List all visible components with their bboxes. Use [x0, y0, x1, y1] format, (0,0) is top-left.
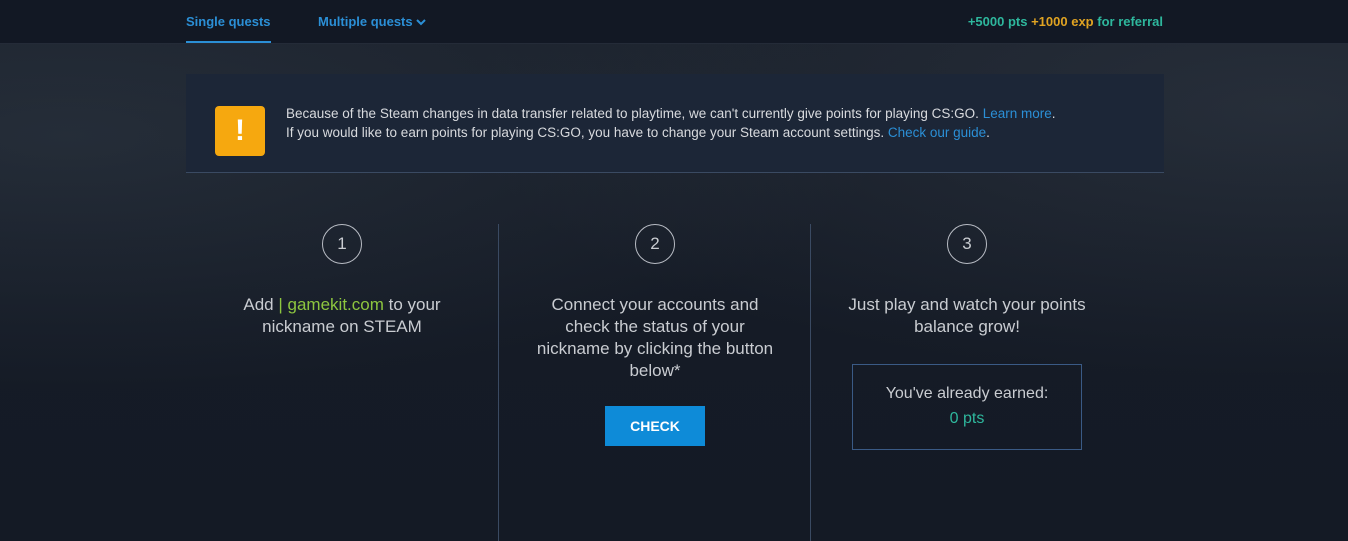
notice-period: . [986, 125, 990, 140]
step-number: 1 [322, 224, 362, 264]
tab-single-quests[interactable]: Single quests [186, 0, 271, 43]
top-nav: Single quests Multiple quests +5000 pts … [0, 0, 1348, 44]
step-text-prefix: Add [243, 295, 279, 314]
referral-bonus[interactable]: +5000 pts +1000 exp for referral [968, 0, 1163, 44]
gamekit-tag: | gamekit.com [278, 295, 384, 314]
notice-line1: Because of the Steam changes in data tra… [286, 106, 979, 121]
step-text: Connect your accounts and check the stat… [536, 295, 774, 380]
learn-more-link[interactable]: Learn more [983, 106, 1052, 121]
check-button[interactable]: CHECK [605, 406, 705, 446]
step-text: Just play and watch your points balance … [848, 295, 1086, 336]
earned-box: You've already earned: 0 pts [852, 364, 1082, 450]
step-number: 2 [635, 224, 675, 264]
notice-line2: If you would like to earn points for pla… [286, 125, 885, 140]
notice-period: . [1051, 106, 1056, 121]
step-3: 3 Just play and watch your points balanc… [810, 224, 1123, 541]
chevron-down-icon [415, 19, 426, 26]
referral-exp: +1000 exp [1031, 14, 1094, 29]
referral-label: for referral [1097, 14, 1163, 29]
tab-multiple-quests-label: Multiple quests [318, 14, 413, 29]
step-1: 1 Add | gamekit.com to your nickname on … [186, 224, 498, 338]
step-number: 3 [947, 224, 987, 264]
notice-text: Because of the Steam changes in data tra… [286, 104, 1056, 142]
earned-value: 0 pts [949, 410, 985, 427]
referral-pts: +5000 pts [967, 14, 1028, 29]
step-2: 2 Connect your accounts and check the st… [498, 224, 811, 541]
earned-label: You've already earned: [885, 385, 1049, 402]
steam-notice: ! Because of the Steam changes in data t… [186, 74, 1164, 173]
exclamation-icon: ! [215, 106, 265, 156]
check-guide-link[interactable]: Check our guide [888, 125, 986, 140]
step-text: Add | gamekit.com to your nickname on ST… [222, 294, 462, 338]
tab-multiple-quests[interactable]: Multiple quests [318, 0, 426, 43]
